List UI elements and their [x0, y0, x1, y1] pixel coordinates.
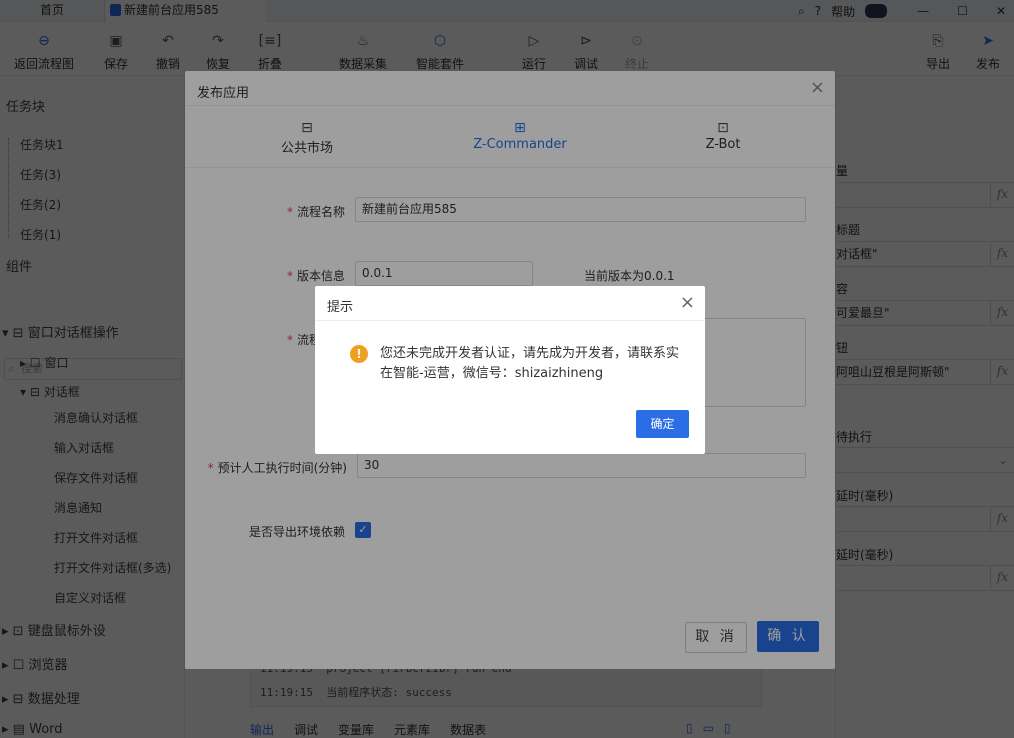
alert-dialog: 提示 × ! 您还未完成开发者认证，请先成为开发者，请联系实在智能-运营，微信号…	[315, 286, 705, 454]
ok-button[interactable]: 确定	[636, 410, 689, 438]
divider	[315, 320, 705, 321]
close-icon[interactable]: ×	[680, 292, 695, 314]
alert-title: 提示	[327, 300, 354, 315]
alert-message: 您还未完成开发者认证，请先成为开发者，请联系实在智能-运营，微信号：shizai…	[380, 346, 680, 381]
warning-icon: !	[350, 345, 368, 363]
